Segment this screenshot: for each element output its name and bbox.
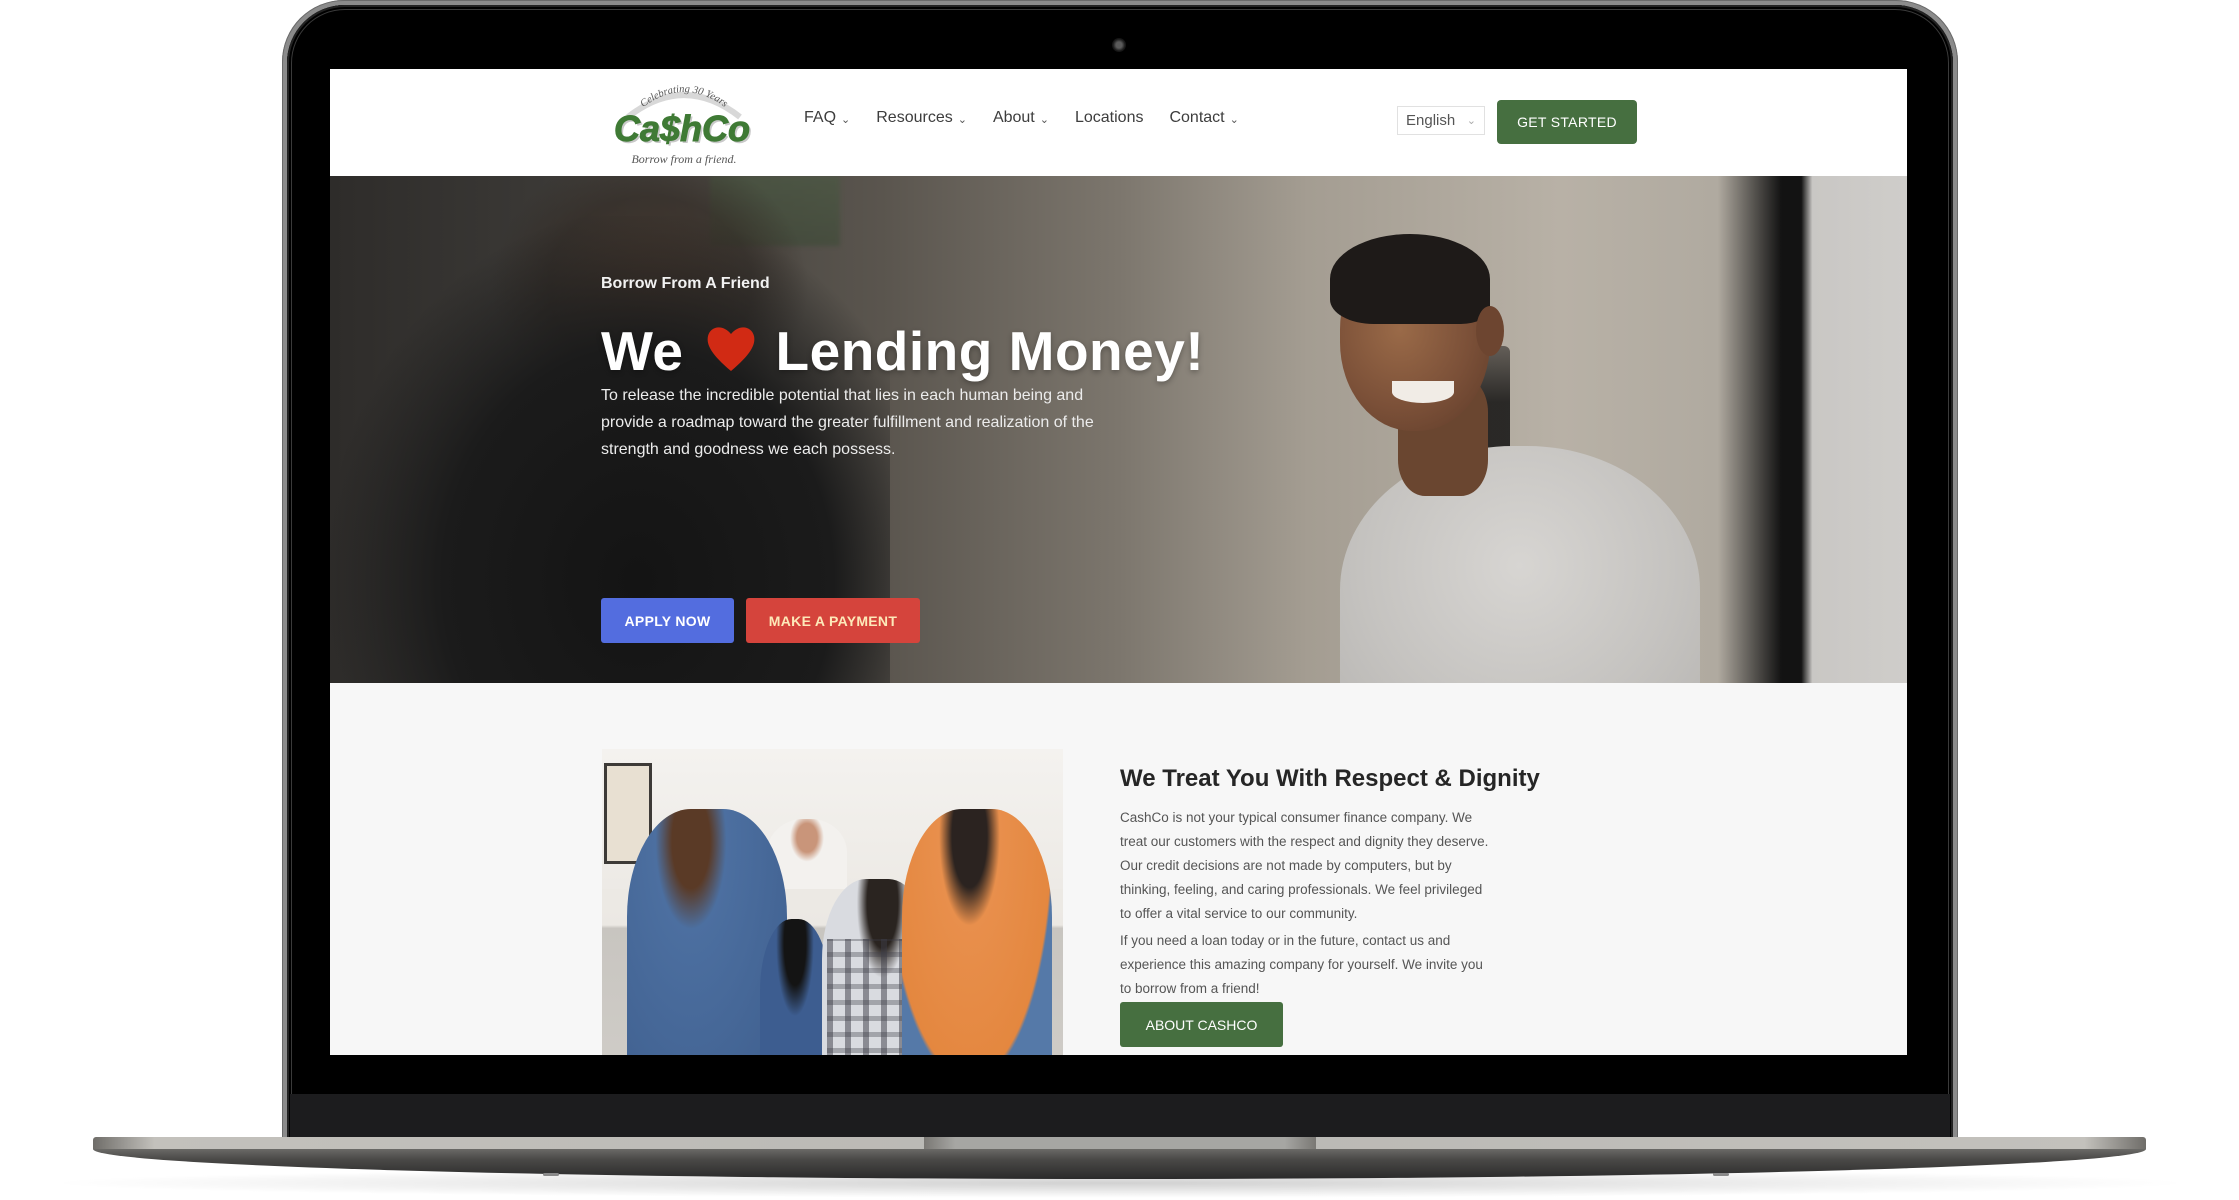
about-section: We Treat You With Respect & Dignity Cash… xyxy=(330,683,1907,1055)
language-select[interactable]: English ⌄ xyxy=(1397,106,1485,135)
laptop-base-bottom xyxy=(93,1149,2146,1179)
nav-label: Contact xyxy=(1169,109,1225,126)
chevron-down-icon: ⌄ xyxy=(957,113,967,126)
family-photo xyxy=(602,749,1063,1055)
nav-item-resources[interactable]: Resources ⌄ xyxy=(876,109,967,127)
hero-title-after: Lending Money! xyxy=(775,320,1205,382)
laptop-screen: Celebrating 30 Years Ca$hCo Ca$hCo Borro… xyxy=(330,69,1907,1055)
hero-kicker: Borrow From A Friend xyxy=(601,275,770,292)
photo-man xyxy=(902,809,1052,1055)
nav-label: About xyxy=(992,109,1035,126)
webcam-icon xyxy=(1112,38,1126,52)
about-paragraph-1: CashCo is not your typical consumer fina… xyxy=(1120,810,1489,921)
chevron-down-icon: ⌄ xyxy=(841,113,851,126)
about-title: We Treat You With Respect & Dignity xyxy=(1120,765,1540,792)
laptop-bezel-chin xyxy=(290,1094,1950,1140)
laptop-hinge-notch xyxy=(924,1137,1316,1149)
nav-item-faq[interactable]: FAQ ⌄ xyxy=(804,109,850,127)
chevron-down-icon: ⌄ xyxy=(1229,113,1239,126)
nav-label: FAQ xyxy=(804,109,837,126)
laptop-base xyxy=(93,1137,2146,1179)
nav-label: Resources xyxy=(876,109,953,126)
hero-description: To release the incredible potential that… xyxy=(601,387,1094,458)
heart-icon xyxy=(704,322,758,372)
hero-section: Borrow From A Friend We Lending Money! T… xyxy=(330,176,1907,683)
cashco-logo[interactable]: Celebrating 30 Years Ca$hCo Ca$hCo Borro… xyxy=(598,73,770,171)
photo-girl xyxy=(760,919,830,1055)
hero-buttons: APPLY NOW MAKE A PAYMENT xyxy=(601,598,920,643)
get-started-button[interactable]: GET STARTED xyxy=(1497,100,1637,144)
hero-man-smile xyxy=(1392,381,1454,403)
chevron-down-icon: ⌄ xyxy=(1466,115,1476,127)
apply-now-button[interactable]: APPLY NOW xyxy=(601,598,734,643)
chevron-down-icon: ⌄ xyxy=(1039,113,1049,126)
logo-wordmark: Ca$hCo xyxy=(614,108,750,149)
hero-title-before: We xyxy=(601,320,684,382)
logo-tagline: Borrow from a friend. xyxy=(631,152,736,166)
main-nav: FAQ ⌄ Resources ⌄ About ⌄ Locations Cont… xyxy=(804,109,1265,127)
nav-item-about[interactable]: About ⌄ xyxy=(993,109,1049,127)
laptop-foot xyxy=(1713,1173,1729,1176)
site-header: Celebrating 30 Years Ca$hCo Ca$hCo Borro… xyxy=(330,69,1907,177)
language-select-value: English xyxy=(1406,112,1456,129)
logo-graphic: Celebrating 30 Years Ca$hCo Ca$hCo Borro… xyxy=(613,84,752,166)
laptop-foot xyxy=(543,1173,559,1176)
hero-bg-doorframe xyxy=(1782,176,1800,683)
nav-item-contact[interactable]: Contact ⌄ xyxy=(1169,109,1238,127)
hero-man-ear xyxy=(1476,306,1504,356)
hero-photo-man xyxy=(330,176,1907,683)
about-paragraph-2: If you need a loan today or in the futur… xyxy=(1120,933,1483,996)
hero-man-hair xyxy=(1330,234,1490,324)
nav-label: Locations xyxy=(1074,109,1144,126)
nav-item-locations[interactable]: Locations xyxy=(1075,109,1144,127)
about-cashco-button[interactable]: ABOUT CASHCO xyxy=(1120,1002,1283,1047)
hero-title: We Lending Money! xyxy=(601,319,1204,383)
hero-man-shirt xyxy=(1340,446,1700,683)
make-payment-button[interactable]: MAKE A PAYMENT xyxy=(746,598,920,643)
